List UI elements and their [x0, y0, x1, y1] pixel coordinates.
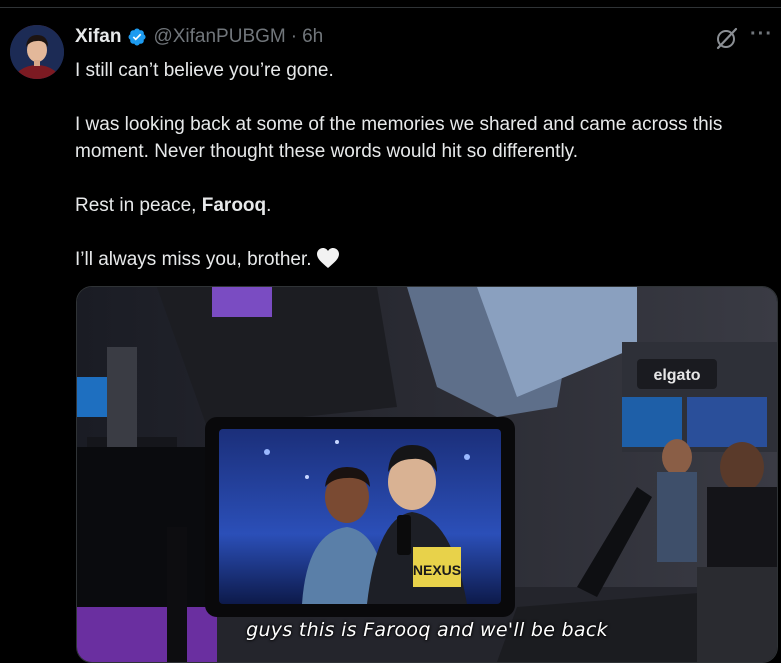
- white-heart-emoji: [316, 247, 340, 269]
- avatar-image: [10, 25, 64, 79]
- top-divider: [0, 7, 781, 8]
- tweet-paragraph-2: I was looking back at some of the memori…: [75, 114, 723, 162]
- video-frame: elgato NEXUS: [77, 287, 777, 662]
- tweet-paragraph-4: I’ll always miss you, brother.: [75, 246, 765, 273]
- author-handle[interactable]: @XifanPUBGM: [153, 26, 285, 48]
- tweet-video[interactable]: elgato NEXUS guys this is Farooq and we'…: [76, 286, 778, 663]
- timestamp[interactable]: 6h: [302, 26, 323, 48]
- avatar[interactable]: [10, 25, 64, 79]
- elgato-sign: elgato: [653, 367, 700, 384]
- lanyard-text: NEXUS: [413, 562, 461, 578]
- separator-dot: ·: [290, 26, 298, 47]
- tweet-line-1: I still can’t believe you’re gone.: [75, 60, 334, 81]
- video-subtitle: guys this is Farooq and we'll be back: [246, 619, 608, 641]
- more-options-icon[interactable]: ···: [750, 24, 776, 48]
- tweet-text: I still can’t believe you’re gone. I was…: [75, 57, 765, 273]
- rip-prefix: Rest in peace,: [75, 195, 202, 216]
- tweet-header: Xifan @XifanPUBGM · 6h: [75, 24, 323, 50]
- verified-badge-icon[interactable]: [127, 27, 147, 47]
- rip-suffix: .: [266, 195, 272, 216]
- rip-name: Farooq: [201, 195, 267, 216]
- author-name[interactable]: Xifan: [75, 26, 121, 48]
- miss-you-text: I’ll always miss you, brother.: [75, 249, 312, 270]
- tweet-paragraph-3: Rest in peace, Farooq.: [75, 192, 765, 219]
- grok-icon[interactable]: [715, 26, 739, 50]
